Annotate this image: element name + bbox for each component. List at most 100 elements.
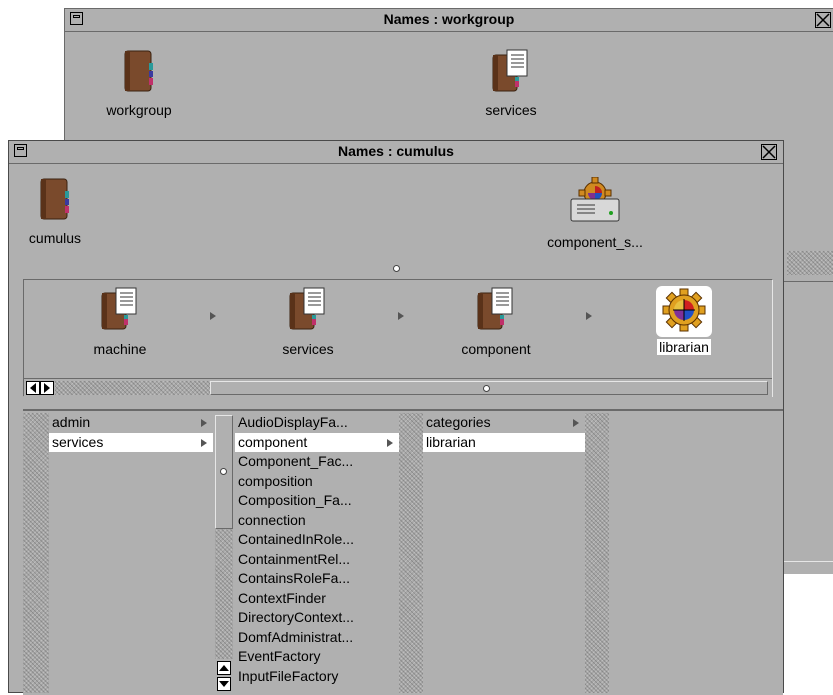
book-with-pages-icon bbox=[492, 49, 528, 92]
path-panel: machine services component librarian bbox=[23, 279, 773, 397]
icon-label: component bbox=[461, 341, 531, 357]
submenu-arrow-icon bbox=[387, 438, 393, 447]
path-separator-arrow-icon bbox=[210, 312, 216, 320]
icon-cumulus[interactable]: cumulus bbox=[0, 177, 115, 246]
column-2-scrollbar[interactable] bbox=[213, 413, 235, 693]
submenu-arrow-icon bbox=[573, 419, 579, 427]
icon-label: cumulus bbox=[28, 230, 82, 246]
back-window-bottom-edge bbox=[783, 561, 833, 576]
column-1-scrollbar[interactable] bbox=[23, 413, 49, 693]
list-item[interactable]: DomfAdministrat... bbox=[235, 628, 399, 648]
list-item[interactable]: Composition_Fa... bbox=[235, 491, 399, 511]
back-window-title: Names : workgroup bbox=[383, 11, 515, 27]
icon-component-server[interactable]: component_s... bbox=[535, 176, 655, 250]
column-2-scroll-thumb[interactable] bbox=[215, 415, 233, 529]
path-icon-component[interactable]: component bbox=[436, 286, 556, 357]
back-window-pane-border bbox=[783, 281, 833, 572]
list-item[interactable]: ContainsRoleFa... bbox=[235, 569, 399, 589]
icon-label: workgroup bbox=[106, 102, 172, 118]
back-window-scrollbar[interactable] bbox=[787, 251, 833, 275]
column-4-scrollbar[interactable] bbox=[585, 413, 609, 693]
list-item[interactable]: admin bbox=[49, 413, 213, 433]
path-scrollbar[interactable] bbox=[24, 378, 772, 397]
book-with-pages-icon bbox=[289, 287, 325, 330]
close-icon bbox=[816, 13, 830, 27]
list-item[interactable]: ContainmentRel... bbox=[235, 550, 399, 570]
closed-book-icon bbox=[124, 50, 153, 92]
list-item-label: InputFileFactory bbox=[238, 667, 339, 684]
front-window-titlebar[interactable]: Names : cumulus bbox=[9, 141, 783, 164]
thumb-grip bbox=[220, 468, 227, 475]
icon-label: component_s... bbox=[547, 234, 643, 250]
list-item[interactable]: ContainedInRole... bbox=[235, 530, 399, 550]
pane-resize-handle[interactable] bbox=[393, 265, 400, 272]
list-item-label: Component_Fac... bbox=[238, 453, 354, 469]
icon-label: services bbox=[282, 341, 334, 357]
server-gear-icon bbox=[570, 176, 620, 222]
path-icon-services[interactable]: services bbox=[248, 286, 368, 357]
list-item-label: composition bbox=[238, 472, 313, 489]
submenu-arrow-icon bbox=[201, 438, 207, 447]
list-empty-area bbox=[49, 452, 213, 693]
list-item[interactable]: DirectoryContext... bbox=[235, 608, 399, 628]
close-button[interactable] bbox=[815, 12, 831, 28]
scroll-down-button[interactable] bbox=[217, 677, 231, 691]
list-item[interactable]: EventFactory bbox=[235, 647, 399, 667]
path-separator-arrow-icon bbox=[398, 312, 404, 320]
browser-columns: admin services AudioDisplayFa... compone… bbox=[23, 409, 783, 695]
list-item-label: AudioDisplayFa... bbox=[238, 414, 348, 430]
close-button[interactable] bbox=[761, 144, 777, 160]
list-item-label: librarian bbox=[426, 433, 476, 450]
column-2-list[interactable]: AudioDisplayFa... component Component_Fa… bbox=[235, 413, 399, 693]
list-item[interactable]: AudioDisplayFa... bbox=[235, 413, 399, 433]
list-item-label: component bbox=[238, 433, 308, 450]
list-item-label: ContainsRoleFa... bbox=[238, 570, 351, 586]
column-3-list[interactable]: categories librarian bbox=[423, 413, 585, 693]
list-item-label: DirectoryContext... bbox=[238, 609, 354, 625]
path-icon-librarian[interactable]: librarian bbox=[624, 286, 744, 355]
list-item[interactable]: InputFileFactory bbox=[235, 667, 399, 687]
back-window-titlebar[interactable]: Names : workgroup bbox=[65, 9, 833, 32]
list-item[interactable]: composition bbox=[235, 472, 399, 492]
selected-icon-background bbox=[656, 286, 712, 337]
scroll-right-button[interactable] bbox=[40, 381, 54, 395]
list-item-label: admin bbox=[52, 414, 91, 430]
list-item[interactable]: ContextFinder bbox=[235, 589, 399, 609]
list-item[interactable]: librarian bbox=[423, 432, 585, 452]
list-item-label: ContainmentRel... bbox=[238, 550, 351, 567]
icon-label: librarian bbox=[657, 339, 711, 355]
arrow-left-icon bbox=[30, 383, 36, 393]
list-item[interactable]: Component_Fac... bbox=[235, 452, 399, 472]
scroll-track[interactable] bbox=[55, 381, 210, 395]
list-item-label: Composition_Fa... bbox=[238, 492, 352, 508]
list-item[interactable]: connection bbox=[235, 511, 399, 531]
column-2-scroll-track[interactable] bbox=[215, 529, 233, 659]
list-item-label: ContainedInRole... bbox=[238, 531, 354, 547]
front-window[interactable]: Names : cumulus cumulus component_s... m… bbox=[8, 140, 784, 695]
column-3-scrollbar[interactable] bbox=[399, 413, 423, 693]
scroll-left-button[interactable] bbox=[26, 381, 40, 395]
list-item-label: ContextFinder bbox=[238, 589, 326, 606]
scroll-thumb[interactable] bbox=[210, 381, 768, 395]
book-with-pages-icon bbox=[101, 287, 137, 330]
scroll-up-button[interactable] bbox=[217, 661, 231, 675]
icon-label: machine bbox=[93, 341, 147, 357]
icon-label: services bbox=[485, 102, 537, 118]
closed-book-icon bbox=[40, 178, 69, 220]
submenu-arrow-icon bbox=[201, 419, 207, 427]
book-with-pages-icon bbox=[477, 287, 513, 330]
arrow-right-icon bbox=[44, 383, 50, 393]
icon-services[interactable]: services bbox=[451, 49, 571, 118]
icon-workgroup[interactable]: workgroup bbox=[79, 49, 199, 118]
list-item[interactable]: services bbox=[49, 432, 213, 452]
column-4-list[interactable] bbox=[609, 413, 783, 693]
list-item-label: connection bbox=[238, 511, 306, 528]
list-item[interactable]: component bbox=[235, 432, 399, 452]
column-1-list[interactable]: admin services bbox=[49, 413, 213, 693]
path-icon-machine[interactable]: machine bbox=[60, 286, 180, 357]
list-item[interactable]: categories bbox=[423, 413, 585, 433]
front-window-title: Names : cumulus bbox=[338, 143, 454, 159]
list-item-label: EventFactory bbox=[238, 648, 321, 664]
gear-icon bbox=[662, 288, 706, 332]
arrow-up-icon bbox=[219, 665, 229, 671]
